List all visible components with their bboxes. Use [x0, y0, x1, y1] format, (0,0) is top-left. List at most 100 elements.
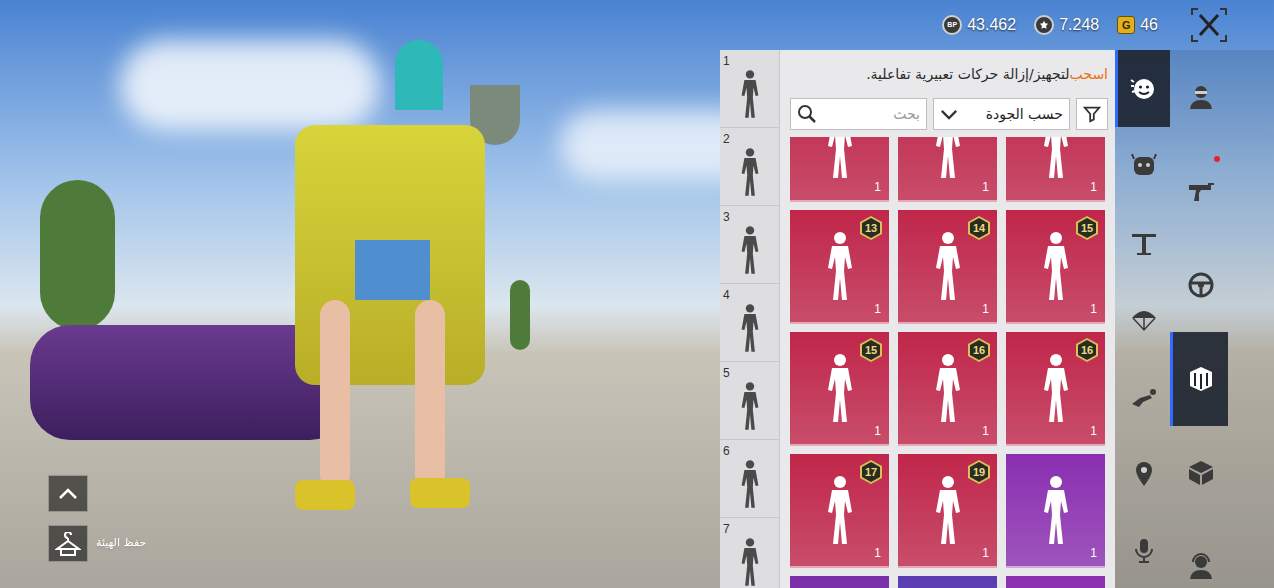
emote-card[interactable]: 1 [898, 137, 997, 202]
save-outfit-label: حفظ الهيئة [96, 535, 146, 552]
emote-figure-icon [736, 302, 764, 354]
emote-card[interactable]: 16 1 [1006, 332, 1105, 446]
currency-amount: 43.462 [967, 13, 1016, 37]
emote-panel: 1 2 3 4 5 67 اسحب لتجهيز/إزالة حركات تعبيرية … [720, 50, 1115, 588]
save-outfit-button[interactable] [48, 525, 88, 562]
emote-count: 1 [874, 300, 881, 318]
currency-amount: 46 [1140, 13, 1158, 37]
emote-figure-icon [820, 352, 860, 444]
sort-dropdown[interactable]: حسب الجودة [933, 98, 1070, 130]
hint-text: لتجهيز/إزالة حركات تعبيرية تفاعلية. [866, 64, 1069, 85]
level-badge: 16 [968, 338, 990, 362]
sub-tab[interactable] [1115, 281, 1170, 358]
emote-count: 1 [1090, 422, 1097, 440]
emote-figure-icon [820, 230, 860, 322]
emote-figure-icon [1036, 230, 1076, 322]
hanger-icon [55, 532, 81, 556]
emote-count: 1 [874, 544, 881, 562]
search-input[interactable] [821, 104, 920, 125]
slot-number: 2 [723, 130, 730, 148]
emote-slot[interactable]: 3 [720, 206, 779, 284]
sub-tab[interactable] [1115, 50, 1170, 127]
emote-card[interactable]: 13 1 [790, 210, 889, 324]
expand-button[interactable] [48, 475, 88, 512]
emote-card[interactable]: 1 [790, 137, 889, 202]
close-button[interactable] [1190, 7, 1228, 43]
emote-card[interactable]: 151 [1006, 210, 1105, 324]
category-tab[interactable] [1170, 426, 1228, 520]
category-tab[interactable] [1170, 50, 1228, 144]
emote-figure-icon [736, 536, 764, 588]
level-badge: 16 [1076, 338, 1098, 362]
emote-slot[interactable]: 6 [720, 440, 779, 518]
emote-card[interactable] [790, 576, 889, 588]
emote-figure-icon [736, 458, 764, 510]
emote-card[interactable]: 171 [790, 454, 889, 568]
category-tab[interactable] [1170, 520, 1228, 588]
emote-figure-icon [736, 68, 764, 120]
emote-card[interactable]: 141 [898, 210, 997, 324]
category-tab[interactable] [1170, 332, 1228, 426]
emote-card[interactable]: 1 [1006, 137, 1105, 202]
emote-slot[interactable]: 1 [720, 50, 779, 128]
character-shoe [295, 480, 355, 510]
gold-icon: G [1117, 16, 1135, 34]
sub-tab[interactable] [1115, 512, 1170, 588]
top-bar: BP 43.462 7.248 G 46 [0, 0, 1274, 50]
emote-count: 1 [874, 422, 881, 440]
emote-card[interactable]: 1 [1006, 454, 1105, 568]
emote-figure-icon [1036, 474, 1076, 566]
hint-highlight: اسحب [1070, 64, 1108, 85]
character-shorts [355, 240, 430, 300]
sub-tab-icon [1129, 382, 1159, 412]
emote-slot[interactable]: 4 [720, 284, 779, 362]
sub-tab-icon [1129, 151, 1159, 181]
emote-card[interactable]: 151 [790, 332, 889, 446]
sub-tab-icon [1129, 74, 1159, 104]
emote-slot[interactable]: 7 [720, 518, 779, 588]
emote-count: 1 [1090, 544, 1097, 562]
emote-grid: 1111311411511511611611711911 [790, 137, 1108, 588]
currency-icon-label: BP [947, 20, 957, 31]
level-badge: 14 [968, 216, 990, 240]
sub-tab-column [1115, 50, 1170, 588]
emote-figure-icon [820, 137, 860, 200]
sub-tab[interactable] [1115, 127, 1170, 204]
sort-label: حسب الجودة [962, 104, 1063, 125]
emote-figure-icon [736, 146, 764, 198]
slot-column: 1 2 3 4 5 67 [720, 50, 780, 588]
emote-figure-icon [928, 474, 968, 566]
slot-number: 4 [723, 286, 730, 304]
emote-card[interactable]: 191 [898, 454, 997, 568]
scene-area: حفظ الهيئة [0, 50, 720, 588]
emote-grid-viewport: 1111311411511511611611711911 [790, 137, 1108, 588]
sub-tab[interactable] [1115, 358, 1170, 435]
sub-tab-icon [1129, 459, 1159, 489]
toolbar: حسب الجودة [790, 98, 1108, 130]
sub-tab-icon [1129, 305, 1159, 335]
category-tab[interactable] [1170, 144, 1228, 238]
emote-card[interactable] [1006, 576, 1105, 588]
chevron-down-icon [940, 109, 958, 120]
slot-number: 3 [723, 208, 730, 226]
sub-tab[interactable] [1115, 435, 1170, 512]
slot-number: 5 [723, 364, 730, 382]
level-badge: 13 [860, 216, 882, 240]
character-shoe [410, 478, 470, 508]
emote-card[interactable]: 161 [898, 332, 997, 446]
emote-card[interactable] [898, 576, 997, 588]
coin-icon [1034, 15, 1054, 35]
emote-slot[interactable]: 2 [720, 128, 779, 206]
category-icon [1186, 270, 1216, 300]
category-icon [1186, 552, 1216, 582]
emote-figure-icon [1036, 352, 1076, 444]
emote-slot[interactable]: 5 [720, 362, 779, 440]
currency-list: BP 43.462 7.248 G 46 [942, 13, 1158, 37]
currency-amount: 7.248 [1059, 13, 1099, 37]
filter-button[interactable] [1076, 98, 1108, 130]
emote-content: اسحب لتجهيز/إزالة حركات تعبيرية تفاعلية.… [780, 50, 1115, 588]
sub-tab[interactable] [1115, 204, 1170, 281]
chevron-up-icon [58, 488, 78, 500]
category-tab[interactable] [1170, 238, 1228, 332]
currency: G 46 [1117, 13, 1158, 37]
